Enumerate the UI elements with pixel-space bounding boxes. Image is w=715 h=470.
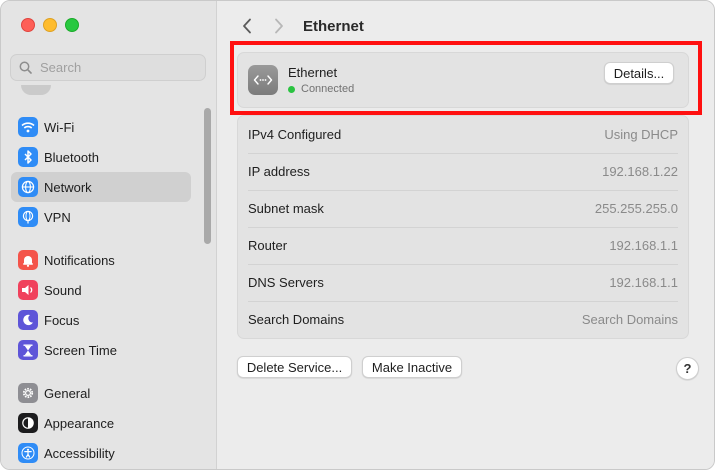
sidebar-item-label: Wi-Fi [44, 119, 75, 135]
chevron-left-icon [243, 18, 251, 34]
sidebar-scrollbar[interactable] [204, 108, 211, 244]
accessibility-icon [18, 443, 38, 463]
row-value: 192.168.1.1 [609, 238, 678, 253]
row-value: Search Domains [581, 312, 678, 327]
row-label: IPv4 Configured [248, 127, 342, 142]
minimize-window-button[interactable] [43, 18, 57, 32]
chevron-right-icon [275, 18, 283, 34]
info-row-ipv4: IPv4 Configured Using DHCP [238, 116, 688, 153]
vpn-globe-icon [18, 207, 38, 227]
close-window-button[interactable] [21, 18, 35, 32]
sidebar-item-bluetooth[interactable]: Bluetooth [11, 142, 191, 172]
settings-window: Wi-Fi Bluetooth Network VPN [0, 0, 715, 470]
row-value: 255.255.255.0 [594, 201, 678, 216]
row-label: IP address [248, 164, 310, 179]
sidebar-item-label: Appearance [44, 415, 115, 431]
appearance-icon [18, 413, 38, 433]
row-value: Using DHCP [604, 127, 678, 142]
bluetooth-icon [18, 147, 38, 167]
gear-icon [18, 383, 38, 403]
sidebar-item-label: Focus [44, 312, 80, 328]
sidebar-item-label: Bluetooth [44, 149, 99, 165]
row-label: Router [248, 238, 288, 253]
sidebar-item-sound[interactable]: Sound [11, 275, 191, 305]
globe-icon [18, 177, 38, 197]
sidebar-item-focus[interactable]: Focus [11, 305, 191, 335]
sidebar-item-vpn[interactable]: VPN [11, 202, 191, 232]
forward-button[interactable] [269, 15, 289, 37]
sidebar-item-label: General [44, 385, 91, 401]
delete-service-button[interactable]: Delete Service... [237, 356, 352, 378]
row-value: 192.168.1.1 [609, 275, 678, 290]
info-row-subnet-mask: Subnet mask 255.255.255.0 [238, 190, 688, 227]
info-row-search-domains: Search Domains Search Domains [238, 301, 688, 338]
sidebar-item-label: Sound [44, 282, 82, 298]
sidebar-item-accessibility[interactable]: Accessibility [11, 438, 191, 468]
back-button[interactable] [237, 15, 257, 37]
info-row-router: Router 192.168.1.1 [238, 227, 688, 264]
search-icon [19, 61, 32, 74]
sidebar-item-label: VPN [44, 209, 71, 225]
highlight-annotation-box [230, 41, 702, 115]
sidebar-item-network[interactable]: Network [11, 172, 191, 202]
bell-icon [18, 250, 38, 270]
sidebar-item-label: Notifications [44, 252, 115, 268]
row-label: Subnet mask [248, 201, 324, 216]
search-field[interactable] [10, 54, 206, 81]
network-info-list: IPv4 Configured Using DHCP IP address 19… [237, 115, 689, 339]
help-button[interactable]: ? [676, 357, 699, 380]
account-avatar[interactable] [21, 85, 51, 95]
row-value: 192.168.1.22 [602, 164, 678, 179]
hourglass-icon [18, 340, 38, 360]
sidebar-item-label: Screen Time [44, 342, 117, 358]
moon-icon [18, 310, 38, 330]
sidebar-item-general[interactable]: General [11, 378, 191, 408]
sidebar-item-notifications[interactable]: Notifications [11, 245, 191, 275]
sidebar-item-wifi[interactable]: Wi-Fi [11, 112, 191, 142]
sidebar-item-label: Accessibility [44, 445, 115, 461]
page-title: Ethernet [303, 17, 364, 35]
info-row-dns-servers: DNS Servers 192.168.1.1 [238, 264, 688, 301]
sidebar: Wi-Fi Bluetooth Network VPN [1, 1, 217, 469]
window-controls [21, 18, 79, 32]
make-inactive-button[interactable]: Make Inactive [362, 356, 462, 378]
sidebar-item-screen-time[interactable]: Screen Time [11, 335, 191, 365]
sidebar-item-label: Network [44, 179, 92, 195]
sidebar-item-appearance[interactable]: Appearance [11, 408, 191, 438]
search-input[interactable] [38, 59, 192, 76]
info-row-ip-address: IP address 192.168.1.22 [238, 153, 688, 190]
toolbar: Ethernet [237, 15, 364, 37]
zoom-window-button[interactable] [65, 18, 79, 32]
row-label: DNS Servers [248, 275, 324, 290]
wifi-icon [18, 117, 38, 137]
speaker-icon [18, 280, 38, 300]
row-label: Search Domains [248, 312, 345, 327]
